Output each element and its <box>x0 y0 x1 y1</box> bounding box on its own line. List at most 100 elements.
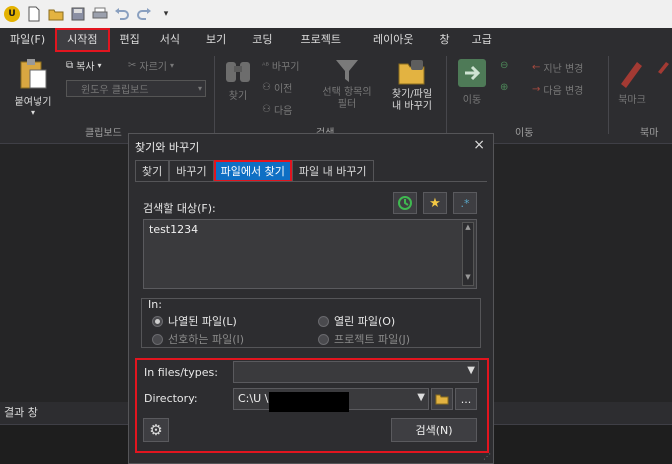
toolbar-customize-icon[interactable]: ▾ <box>158 6 174 22</box>
goto-arrow-icon <box>458 59 486 87</box>
tab-file[interactable]: 파일(F) <box>0 29 55 51</box>
radio-unselected-icon <box>152 333 163 345</box>
redacted-path-mask <box>269 392 349 412</box>
find-next-button[interactable]: ⚇ 다음 <box>262 102 292 117</box>
search-button[interactable]: 검색(N) <box>391 418 477 442</box>
results-pane-label: 결과 창 <box>4 406 38 419</box>
search-scope-group: In: 나열된 파일(L) 열린 파일(O) 선호하는 파일(I) 프로젝트 파… <box>141 298 481 348</box>
tab-home[interactable]: 시작점 <box>55 28 110 52</box>
ribbon-tabs: 파일(F) 시작점 편집 서식 보기 코딩 프로젝트 레이아웃 창 고급 <box>0 28 672 52</box>
group-label-clipboard: 클립보드 <box>85 128 122 139</box>
search-target-label: 검색할 대상(F): <box>143 202 216 215</box>
tab-view[interactable]: 보기 <box>190 29 242 51</box>
replace-icon: ᴬᴮ <box>262 61 269 70</box>
star-icon: ★ <box>429 195 441 211</box>
close-icon[interactable]: × <box>473 138 485 152</box>
radio-unselected-icon <box>318 315 329 327</box>
save-icon[interactable] <box>70 6 86 22</box>
copy-icon: ⧉ <box>66 60 74 71</box>
find-replace-dialog: 찾기와 바꾸기 × 찾기 바꾸기 파일에서 찾기 파일 내 바꾸기 검색할 대상… <box>128 133 494 464</box>
clipboard-select[interactable]: 윈도우 클립보드 ▾ <box>66 80 206 97</box>
chevron-down-icon: ▼ <box>417 392 425 403</box>
circle-arrow-left-icon: ⊖ <box>500 60 509 71</box>
nav-forward-button[interactable]: ⊕ <box>500 82 508 93</box>
radio-open-files[interactable]: 열린 파일(O) <box>318 313 395 329</box>
radio-listed-files[interactable]: 나열된 파일(L) <box>152 313 237 329</box>
filter-icon <box>336 60 358 82</box>
nav-back-button[interactable]: ⊖ <box>500 60 508 71</box>
paste-button[interactable]: 붙여넣기 ▾ <box>8 58 58 117</box>
tab-find[interactable]: 찾기 <box>135 160 170 182</box>
history-button[interactable] <box>393 192 417 214</box>
bookmark-extra-button[interactable] <box>656 60 670 74</box>
print-icon[interactable] <box>92 6 108 22</box>
next-change-button[interactable]: → 다음 변경 <box>532 82 583 97</box>
regex-icon: .* <box>460 196 470 210</box>
replace-button[interactable]: ᴬᴮ 바꾸기 <box>262 58 300 73</box>
group-label-bookmark: 북마 <box>640 128 659 139</box>
paste-icon <box>20 59 47 89</box>
binoculars-prev-icon: ⚇ <box>262 82 271 93</box>
regex-toggle-button[interactable]: .* <box>453 192 477 214</box>
folder-search-icon <box>398 60 425 85</box>
dialog-title: 찾기와 바꾸기 <box>135 141 200 154</box>
history-icon <box>398 196 412 210</box>
find-in-files-button[interactable]: 찾기/파일 내 바꾸기 <box>382 58 442 113</box>
cut-button[interactable]: ✂ 자르기 ▾ <box>128 58 174 73</box>
ribbon-separator <box>446 56 447 134</box>
dialog-tabs: 찾기 바꾸기 파일에서 찾기 파일 내 바꾸기 <box>135 160 374 182</box>
tab-project[interactable]: 프로젝트 <box>283 29 359 51</box>
in-files-types-label: In files/types: <box>144 366 218 379</box>
settings-button[interactable]: ⚙ <box>143 418 169 442</box>
tab-replace-in-files[interactable]: 파일 내 바꾸기 <box>291 160 374 182</box>
find-prev-button[interactable]: ⚇ 이전 <box>262 80 292 95</box>
ribbon-separator <box>608 56 609 134</box>
in-files-types-combo[interactable]: ▼ <box>233 361 479 383</box>
radio-project-files[interactable]: 프로젝트 파일(J) <box>318 331 410 347</box>
tab-find-in-files[interactable]: 파일에서 찾기 <box>213 160 292 182</box>
bookmark-pen-icon <box>621 62 642 88</box>
ribbon-separator <box>214 56 215 134</box>
arrow-right-icon: → <box>532 84 541 95</box>
tab-window[interactable]: 창 <box>428 29 462 51</box>
chevron-down-icon: ▾ <box>197 84 202 93</box>
quick-access-toolbar: U ▾ <box>0 0 672 28</box>
browse-more-button[interactable]: ... <box>455 388 477 410</box>
find-button[interactable]: 찾기 <box>220 58 256 102</box>
tab-divider <box>135 181 487 182</box>
directory-label: Directory: <box>144 392 198 405</box>
browse-folder-button[interactable] <box>431 388 453 410</box>
last-change-button[interactable]: ← 지난 변경 <box>532 60 583 75</box>
resize-grip-icon[interactable]: ⋰ <box>483 452 491 461</box>
tab-advanced[interactable]: 고급 <box>462 29 502 51</box>
favorites-button[interactable]: ★ <box>423 192 447 214</box>
gear-icon: ⚙ <box>149 421 163 439</box>
binoculars-icon <box>226 62 250 82</box>
group-label-navigate: 이동 <box>515 128 534 139</box>
arrow-left-icon: ← <box>532 62 541 73</box>
goto-button[interactable]: 이동 <box>452 58 492 106</box>
app-logo: U <box>4 6 20 22</box>
ribbon: 붙여넣기 ▾ ⧉ 복사 ▾ ✂ 자르기 ▾ 윈도우 클립보드 ▾ 클립보드 찾기 ᴬᴮ 바… <box>0 52 672 144</box>
new-file-icon[interactable] <box>26 6 42 22</box>
search-scope-label: In: <box>148 298 162 311</box>
radio-selected-icon <box>152 315 163 327</box>
tab-coding[interactable]: 코딩 <box>242 29 282 51</box>
radio-favorite-files[interactable]: 선호하는 파일(I) <box>152 331 244 347</box>
bookmark-button[interactable]: 북마크 <box>612 58 652 106</box>
circle-arrow-right-icon: ⊕ <box>500 82 509 93</box>
search-text-input[interactable]: test1234 <box>143 219 477 289</box>
tab-format[interactable]: 서식 <box>150 29 190 51</box>
undo-icon[interactable] <box>114 6 130 22</box>
copy-button[interactable]: ⧉ 복사 ▾ <box>66 58 102 73</box>
tab-replace[interactable]: 바꾸기 <box>169 160 214 182</box>
redo-icon[interactable] <box>136 6 152 22</box>
chevron-down-icon: ▼ <box>467 365 475 376</box>
bookmark-small-icon <box>658 62 669 74</box>
open-folder-icon[interactable] <box>48 6 64 22</box>
search-text-scrollbar[interactable]: ▲ ▼ <box>462 222 474 286</box>
filter-selection-button[interactable]: 선택 항목의 필터 <box>314 58 380 111</box>
tab-layout[interactable]: 레이아웃 <box>359 29 427 51</box>
tab-edit[interactable]: 편집 <box>110 29 150 51</box>
scissors-icon: ✂ <box>128 60 137 71</box>
